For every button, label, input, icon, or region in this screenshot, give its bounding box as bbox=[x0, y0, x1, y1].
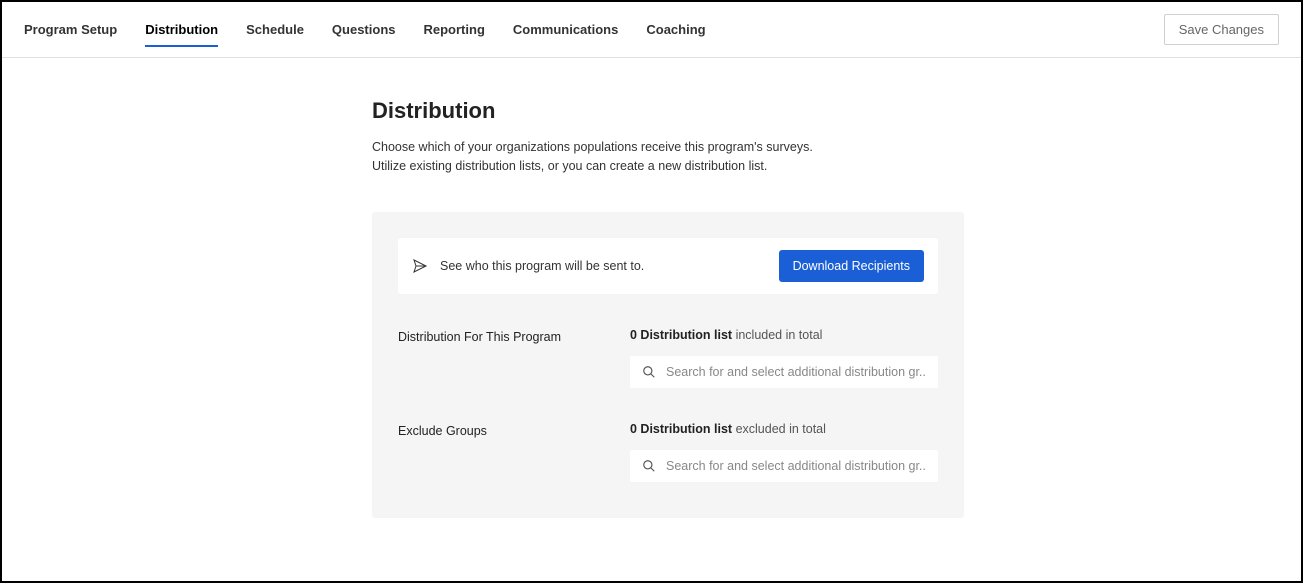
save-changes-button[interactable]: Save Changes bbox=[1164, 14, 1279, 45]
exclude-search-input[interactable] bbox=[666, 459, 926, 473]
tab-distribution[interactable]: Distribution bbox=[145, 2, 218, 57]
tab-communications[interactable]: Communications bbox=[513, 2, 618, 57]
distribution-count-line: 0 Distribution list included in total bbox=[630, 328, 938, 342]
recipients-notice-card: See who this program will be sent to. Do… bbox=[398, 238, 938, 294]
notice-text: See who this program will be sent to. bbox=[440, 259, 644, 273]
distribution-panel: See who this program will be sent to. Do… bbox=[372, 212, 964, 518]
tab-program-setup[interactable]: Program Setup bbox=[24, 2, 117, 57]
download-recipients-button[interactable]: Download Recipients bbox=[779, 250, 924, 282]
search-icon bbox=[642, 459, 656, 473]
notice-left: See who this program will be sent to. bbox=[412, 258, 644, 274]
exclude-count-line: 0 Distribution list excluded in total bbox=[630, 422, 938, 436]
distribution-section-body: 0 Distribution list included in total bbox=[630, 328, 938, 388]
search-icon bbox=[642, 365, 656, 379]
tab-schedule[interactable]: Schedule bbox=[246, 2, 304, 57]
tab-reporting[interactable]: Reporting bbox=[424, 2, 485, 57]
page-description-line1: Choose which of your organizations popul… bbox=[372, 140, 813, 154]
top-bar: Program Setup Distribution Schedule Ques… bbox=[2, 2, 1301, 58]
tab-questions[interactable]: Questions bbox=[332, 2, 396, 57]
page-title: Distribution bbox=[372, 98, 962, 124]
distribution-search-wrap[interactable] bbox=[630, 356, 938, 388]
distribution-count-rest: included in total bbox=[732, 328, 822, 342]
distribution-count-bold: 0 Distribution list bbox=[630, 328, 732, 342]
main-content: Distribution Choose which of your organi… bbox=[2, 58, 962, 518]
distribution-section-label: Distribution For This Program bbox=[398, 328, 630, 388]
exclude-search-wrap[interactable] bbox=[630, 450, 938, 482]
exclude-count-rest: excluded in total bbox=[732, 422, 826, 436]
distribution-search-input[interactable] bbox=[666, 365, 926, 379]
exclude-section-body: 0 Distribution list excluded in total bbox=[630, 422, 938, 482]
tabs-container: Program Setup Distribution Schedule Ques… bbox=[24, 2, 706, 57]
distribution-section: Distribution For This Program 0 Distribu… bbox=[398, 328, 938, 388]
tab-coaching[interactable]: Coaching bbox=[646, 2, 705, 57]
send-icon bbox=[412, 258, 428, 274]
exclude-section-label: Exclude Groups bbox=[398, 422, 630, 482]
page-description: Choose which of your organizations popul… bbox=[372, 138, 962, 176]
page-description-line2: Utilize existing distribution lists, or … bbox=[372, 159, 767, 173]
exclude-section: Exclude Groups 0 Distribution list exclu… bbox=[398, 422, 938, 482]
exclude-count-bold: 0 Distribution list bbox=[630, 422, 732, 436]
